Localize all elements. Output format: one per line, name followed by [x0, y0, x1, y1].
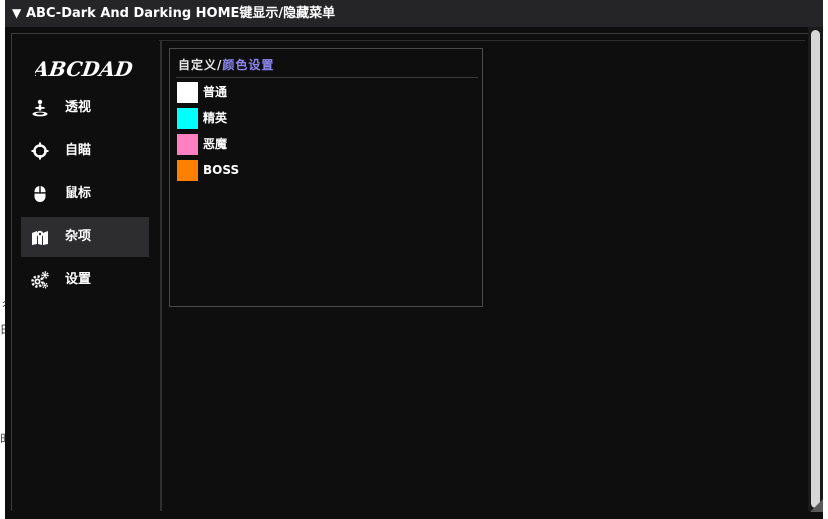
- sidebar-item-label: 杂项: [65, 229, 92, 244]
- svg-text:ABCDAD: ABCDAD: [35, 57, 135, 81]
- color-swatch[interactable]: [177, 134, 198, 155]
- color-swatch[interactable]: [177, 82, 198, 103]
- sidebar-item-label: 自瞄: [65, 143, 92, 158]
- color-label: 精英: [203, 111, 228, 125]
- map-icon: [32, 230, 48, 245]
- window-titlebar[interactable]: ▼ ABC-Dark And Darking HOME键显示/隐藏菜单: [5, 0, 823, 27]
- abcdad-logo: ABCDAD: [35, 57, 135, 81]
- scrollbar-thumb[interactable]: [811, 30, 820, 508]
- sidebar: ABCDAD 透视 自瞄 鼠标 杂项 设置: [21, 41, 160, 511]
- divider: [159, 40, 805, 41]
- overlay-window: ▼ ABC-Dark And Darking HOME键显示/隐藏菜单 ABCDA…: [5, 0, 823, 519]
- panel-title-custom: 自定义: [178, 58, 218, 72]
- resize-grip-icon[interactable]: [808, 497, 823, 512]
- sidebar-item-esp[interactable]: 透视: [21, 88, 149, 128]
- sidebar-item-label: 设置: [65, 272, 92, 287]
- color-label: 恶魔: [203, 137, 228, 151]
- person-icon: [32, 99, 48, 117]
- sidebar-item-misc[interactable]: 杂项: [21, 217, 149, 257]
- color-swatch[interactable]: [177, 160, 198, 181]
- sidebar-item-aimbot[interactable]: 自瞄: [21, 131, 149, 171]
- sidebar-divider: [160, 41, 162, 511]
- sidebar-item-label: 鼠标: [65, 186, 92, 201]
- panel-divider: [176, 77, 478, 78]
- window-title: ABC-Dark And Darking HOME键显示/隐藏菜单: [26, 6, 336, 21]
- vertical-scrollbar[interactable]: [808, 27, 823, 511]
- panel-title: 自定义/颜色设置: [178, 56, 274, 73]
- sidebar-item-settings[interactable]: 设置: [21, 260, 149, 300]
- color-label: BOSS: [203, 163, 240, 177]
- color-label: 普通: [203, 85, 228, 99]
- color-swatch[interactable]: [177, 108, 198, 129]
- collapse-arrow-icon[interactable]: ▼: [12, 0, 26, 27]
- sidebar-item-mouse[interactable]: 鼠标: [21, 174, 149, 214]
- sidebar-item-label: 透视: [65, 100, 92, 115]
- custom-color-settings-panel: 自定义/颜色设置 普通 精英 恶魔 BOSS: [169, 48, 483, 307]
- mouse-icon: [34, 186, 46, 202]
- panel-title-color-settings: 颜色设置: [222, 58, 275, 72]
- crosshair-icon: [31, 142, 49, 160]
- gears-icon: [31, 271, 49, 289]
